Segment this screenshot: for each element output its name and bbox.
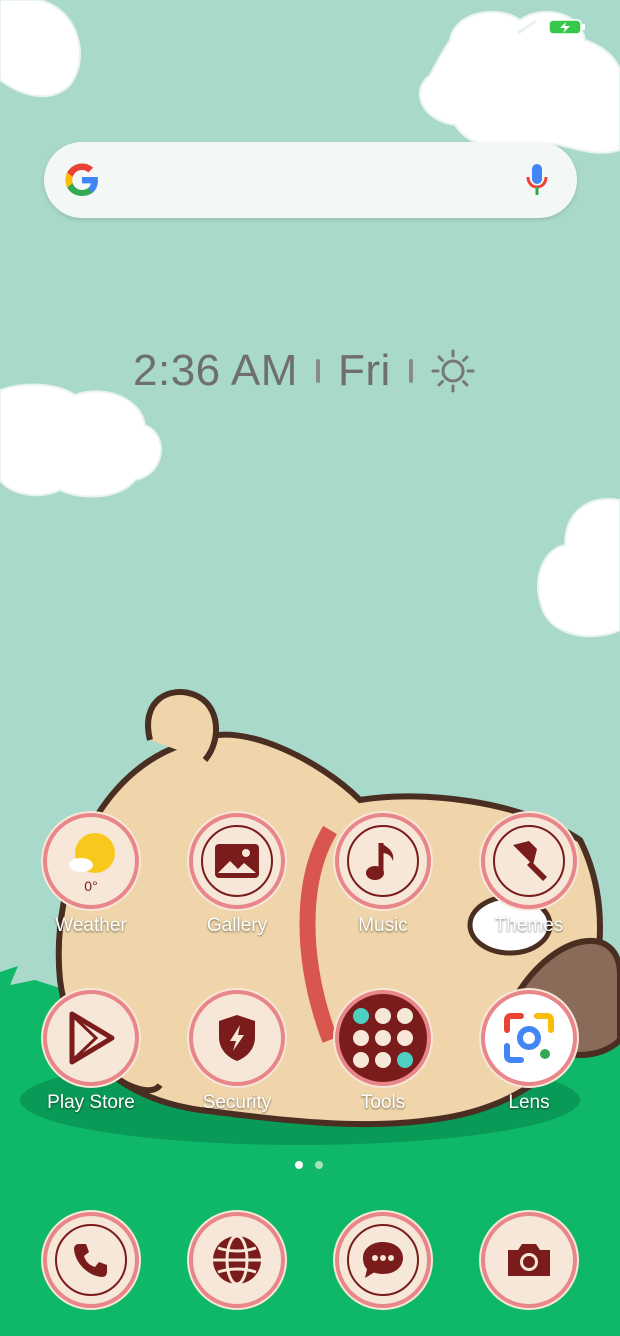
- play-store-icon: [47, 994, 135, 1082]
- app-label: Security: [202, 1092, 272, 1113]
- app-label: Weather: [55, 915, 127, 936]
- app-label: Themes: [494, 915, 564, 936]
- gallery-icon: [193, 817, 281, 905]
- app-gallery[interactable]: Gallery: [177, 817, 297, 937]
- dock-messages[interactable]: [323, 1216, 443, 1304]
- signal-icon: [517, 19, 537, 35]
- folder-icon: [339, 994, 427, 1082]
- app-label: Music: [358, 915, 408, 936]
- shield-icon: [193, 994, 281, 1082]
- music-icon: [339, 817, 427, 905]
- divider: [315, 359, 320, 383]
- status-bar: [516, 18, 586, 36]
- google-g-icon: [65, 163, 98, 196]
- app-play-store[interactable]: Play Store: [31, 994, 151, 1114]
- clock-widget[interactable]: 2:36 AM Fri: [133, 346, 475, 396]
- app-themes[interactable]: Themes: [469, 817, 589, 937]
- page-indicator: [295, 1161, 323, 1169]
- app-label: Tools: [360, 1092, 406, 1113]
- brush-icon: [485, 817, 573, 905]
- camera-icon: [485, 1216, 573, 1304]
- phone-icon: [47, 1216, 135, 1304]
- dock-phone[interactable]: [31, 1216, 151, 1304]
- divider: [408, 359, 413, 383]
- weather-icon: 0°: [47, 817, 135, 905]
- weather-temp: 0°: [84, 878, 97, 894]
- page-dot-active: [295, 1161, 303, 1169]
- app-label: Lens: [508, 1092, 550, 1113]
- day-label: Fri: [337, 346, 391, 395]
- app-label: Gallery: [206, 915, 268, 936]
- app-lens[interactable]: Lens: [469, 994, 589, 1114]
- sun-icon: [431, 349, 475, 393]
- google-search-bar[interactable]: [44, 142, 577, 218]
- dock-browser[interactable]: [177, 1216, 297, 1304]
- app-music[interactable]: Music: [323, 817, 443, 937]
- battery-charging-icon: [548, 19, 585, 35]
- app-label: Play Store: [47, 1092, 135, 1113]
- dock-camera[interactable]: [469, 1216, 589, 1304]
- messages-icon: [339, 1216, 427, 1304]
- time-label: 2:36 AM: [133, 346, 298, 395]
- app-tools-folder[interactable]: Tools: [323, 994, 443, 1114]
- lens-icon: [485, 994, 573, 1082]
- app-security[interactable]: Security: [177, 994, 297, 1114]
- page-dot: [315, 1161, 323, 1169]
- browser-globe-icon: [193, 1216, 281, 1304]
- app-weather[interactable]: 0° Weather: [31, 817, 151, 937]
- mic-icon[interactable]: [525, 162, 549, 198]
